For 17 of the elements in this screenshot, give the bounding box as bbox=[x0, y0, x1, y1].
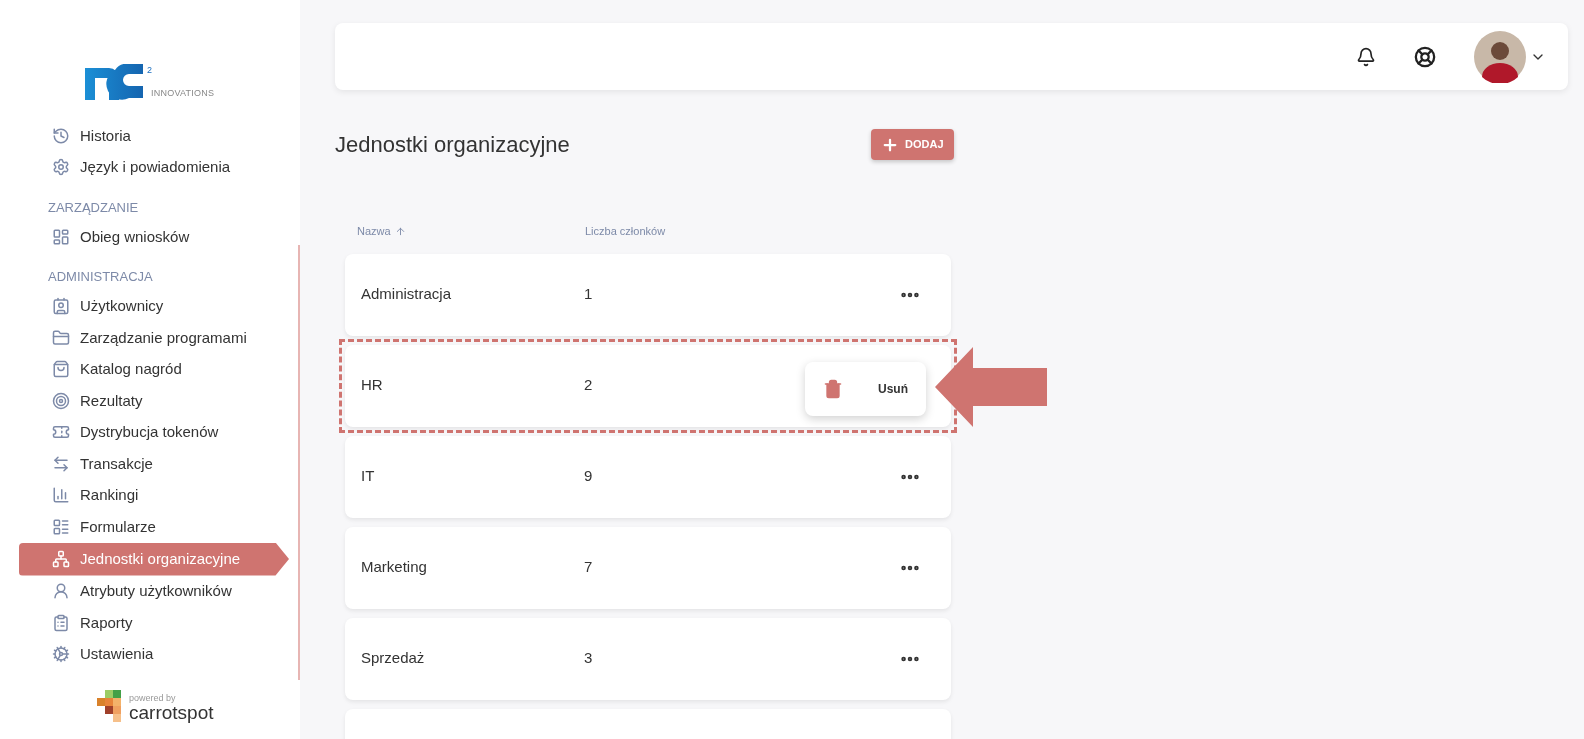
table-cell-text: 9 bbox=[584, 466, 594, 487]
table-cell-text: 1 bbox=[584, 284, 594, 305]
brand-name: carrotspot bbox=[129, 703, 214, 722]
table-cell-text: HR bbox=[360, 375, 384, 396]
logo-tagline: INNOVATIONS bbox=[151, 89, 215, 98]
section-heading: ADMINISTRACJA bbox=[47, 268, 154, 286]
page-title: Jednostki organizacyjne bbox=[335, 131, 571, 159]
table-cell-text: IT bbox=[360, 466, 376, 487]
table-cell-text: 7 bbox=[584, 557, 594, 578]
logo-superscript: 2 bbox=[147, 66, 153, 75]
powered-by-text: powered by bbox=[129, 694, 177, 703]
table-cell-text: 3 bbox=[584, 648, 594, 669]
section-heading: ZARZĄDZANIE bbox=[47, 198, 140, 217]
table-cell-text: Marketing bbox=[360, 557, 428, 578]
table-cell-text: Sprzedaż bbox=[360, 648, 426, 669]
table-cell-text: Administracja bbox=[360, 284, 453, 305]
table-cell-text: 2 bbox=[584, 375, 594, 396]
